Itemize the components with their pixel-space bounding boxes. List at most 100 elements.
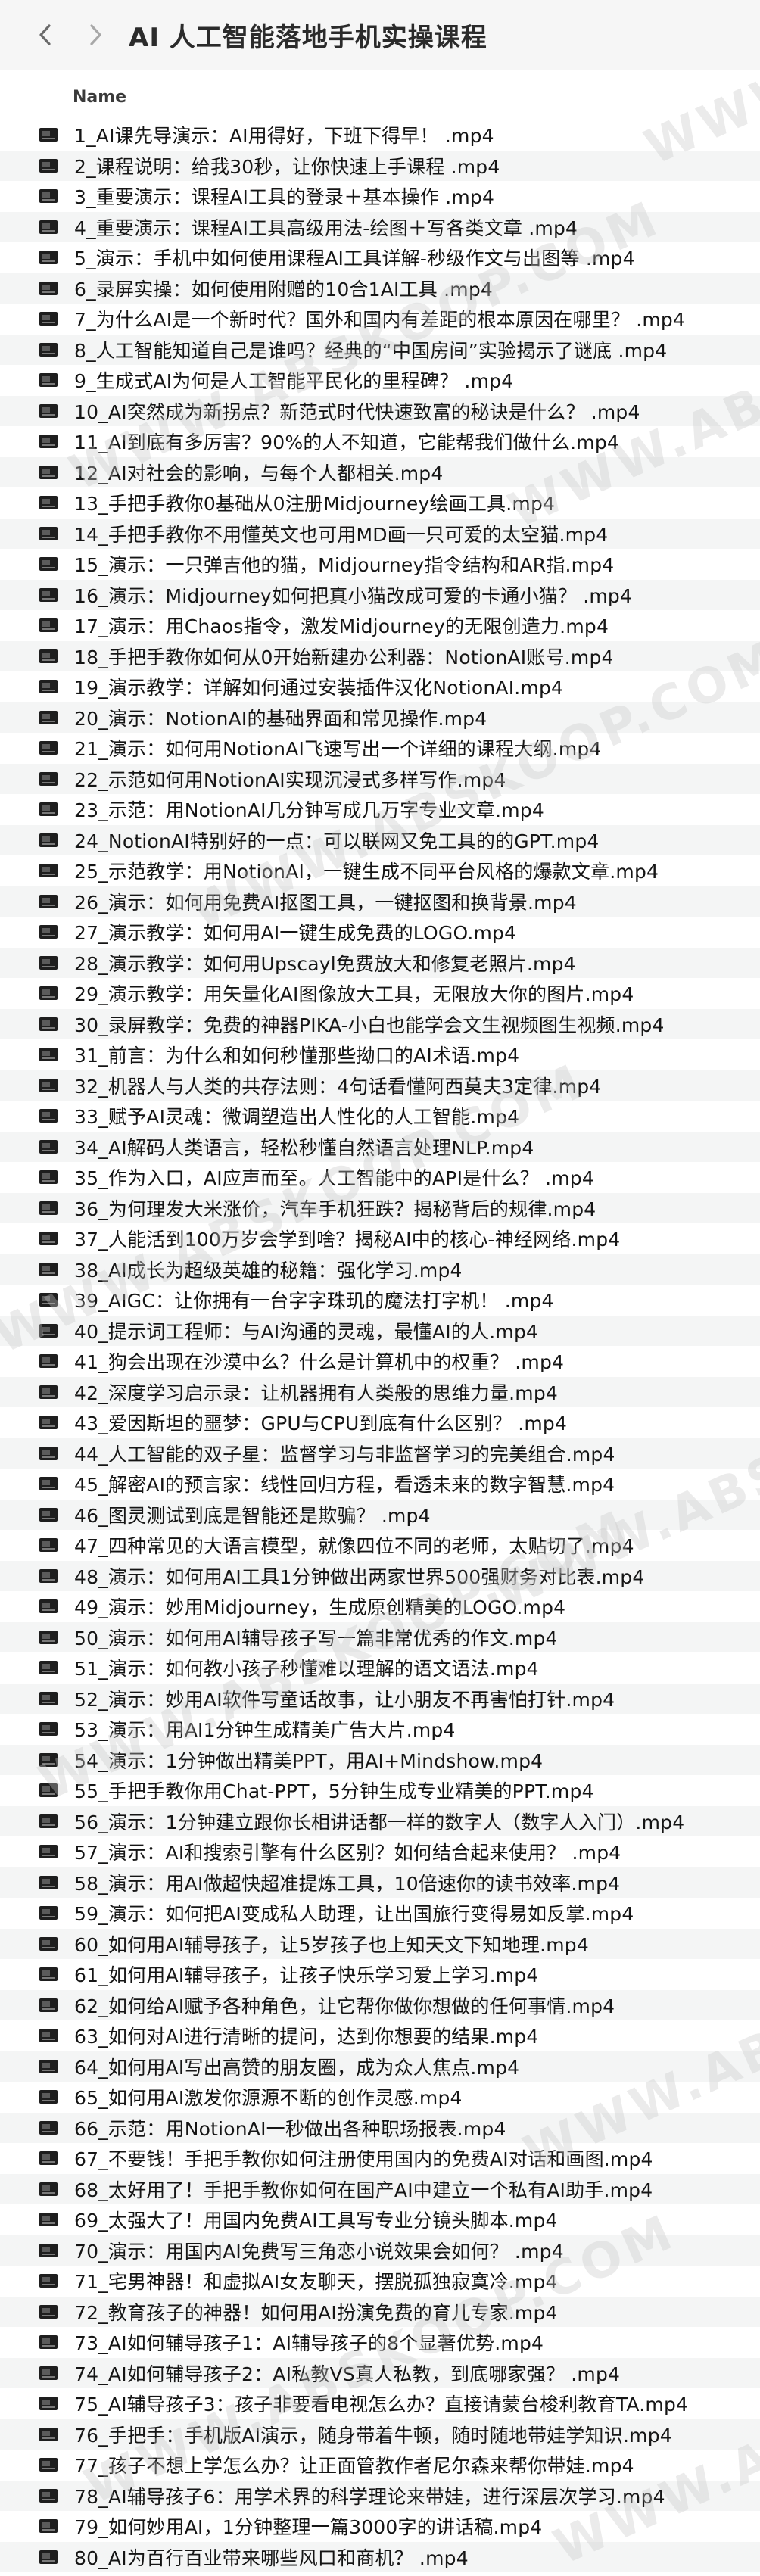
file-row[interactable]: 6_录屏实操：如何使用附赠的10合1AI工具 .mp4 xyxy=(0,273,760,304)
file-name: 77_孩子不想上学怎么办？让正面管教作者尼尔森来帮你带娃.mp4 xyxy=(74,2455,634,2478)
file-row[interactable]: 7_为什么AI是一个新时代？国外和国内有差距的根本原因在哪里？ .mp4 xyxy=(0,304,760,335)
file-row[interactable]: 71_宅男神器！和虚拟AI女友聊天，摆脱孤独寂寞冷.mp4 xyxy=(0,2266,760,2297)
file-row[interactable]: 44_人工智能的双子星：监督学习与非监督学习的完美组合.mp4 xyxy=(0,1438,760,1469)
file-row[interactable]: 50_演示：如何用AI辅导孩子写一篇非常优秀的作文.mp4 xyxy=(0,1621,760,1652)
file-row[interactable]: 12_AI对社会的影响，与每个人都相关.mp4 xyxy=(0,456,760,487)
file-name: 6_录屏实操：如何使用附赠的10合1AI工具 .mp4 xyxy=(74,278,494,301)
file-row[interactable]: 8_人工智能知道自己是谁吗？经典的“中国房间”实验揭示了谜底 .mp4 xyxy=(0,334,760,365)
file-row[interactable]: 37_人能活到100万岁会学到啥？揭秘AI中的核心-神经网络.mp4 xyxy=(0,1223,760,1254)
file-row[interactable]: 19_演示教学：详解如何通过安装插件汉化NotionAI.mp4 xyxy=(0,671,760,702)
file-row[interactable]: 74_AI如何辅导孩子2：AI私教VS真人私教，到底哪家强？ .mp4 xyxy=(0,2357,760,2388)
video-file-icon xyxy=(39,2029,58,2043)
file-row[interactable]: 24_NotionAI特别好的一点：可以联网又免工具的的GPT.mp4 xyxy=(0,824,760,855)
video-file-icon xyxy=(39,281,58,295)
video-file-icon xyxy=(39,1354,58,1369)
file-row[interactable]: 39_AIGC：让你拥有一台字字珠玑的魔法打字机！ .mp4 xyxy=(0,1285,760,1316)
file-row[interactable]: 72_教育孩子的神器！如何用AI扮演免费的育儿专家.mp4 xyxy=(0,2296,760,2327)
column-header[interactable]: Name xyxy=(0,70,760,120)
file-row[interactable]: 46_图灵测试到底是智能还是欺骗？ .mp4 xyxy=(0,1499,760,1530)
file-row[interactable]: 40_提示词工程师：与AI沟通的灵魂，最懂AI的人.mp4 xyxy=(0,1315,760,1346)
file-row[interactable]: 68_太好用了！手把手教你如何在国产AI中建立一个私有AI助手.mp4 xyxy=(0,2173,760,2204)
file-row[interactable]: 21_演示：如何用NotionAI飞速写出一个详细的课程大纲.mp4 xyxy=(0,733,760,764)
forward-button[interactable] xyxy=(80,12,111,58)
file-row[interactable]: 51_演示：如何教小孩子秒懂难以理解的语文语法.mp4 xyxy=(0,1652,760,1684)
file-row[interactable]: 1_AI课先导演示：AI用得好，下班下得早！ .mp4 xyxy=(0,120,760,151)
file-row[interactable]: 48_演示：如何用AI工具1分钟做出两家世界500强财务对比表.mp4 xyxy=(0,1560,760,1591)
file-row[interactable]: 78_AI辅导孩子6：用学术界的科学理论来带娃，进行深层次学习.mp4 xyxy=(0,2480,760,2511)
video-file-icon xyxy=(39,1814,58,1828)
file-row[interactable]: 20_演示：NotionAI的基础界面和常见操作.mp4 xyxy=(0,702,760,733)
file-row[interactable]: 23_示范：用NotionAI几分钟写成几万字专业文章.mp4 xyxy=(0,794,760,825)
file-row[interactable]: 35_作为入口，AI应声而至。人工智能中的API是什么？ .mp4 xyxy=(0,1162,760,1193)
file-row[interactable]: 75_AI辅导孩子3：孩子非要看电视怎么办？直接请蒙台梭利教育TA.mp4 xyxy=(0,2388,760,2419)
file-row[interactable]: 22_示范如何用NotionAI实现沉浸式多样写作.mp4 xyxy=(0,763,760,794)
file-row[interactable]: 69_太强大了！用国内免费AI工具写专业分镜头脚本.mp4 xyxy=(0,2204,760,2235)
file-row[interactable]: 4_重要演示：课程AI工具高级用法-绘图＋写各类文章 .mp4 xyxy=(0,211,760,242)
file-row[interactable]: 10_AI突然成为新拐点？新范式时代快速致富的秘诀是什么？ .mp4 xyxy=(0,395,760,426)
file-row[interactable]: 73_AI如何辅导孩子1：AI辅导孩子的8个显著优势.mp4 xyxy=(0,2327,760,2358)
file-row[interactable]: 38_AI成长为超级英雄的秘籍：强化学习.mp4 xyxy=(0,1254,760,1285)
file-row[interactable]: 77_孩子不想上学怎么办？让正面管教作者尼尔森来帮你带娃.mp4 xyxy=(0,2450,760,2481)
file-row[interactable]: 59_演示：如何把AI变成私人助理，让出国旅行变得易如反掌.mp4 xyxy=(0,1898,760,1929)
file-row[interactable]: 66_示范：用NotionAI一秒做出各种职场报表.mp4 xyxy=(0,2112,760,2143)
file-name: 73_AI如何辅导孩子1：AI辅导孩子的8个显著优势.mp4 xyxy=(74,2332,544,2355)
file-row[interactable]: 45_解密AI的预言家：线性回归方程，看透未来的数字智慧.mp4 xyxy=(0,1469,760,1500)
file-row[interactable]: 17_演示：用Chaos指令，激发Midjourney的无限创造力.mp4 xyxy=(0,610,760,641)
file-row[interactable]: 14_手把手教你不用懂英文也可用MD画一只可爱的太空猫.mp4 xyxy=(0,518,760,549)
video-file-icon xyxy=(39,1293,58,1307)
file-row[interactable]: 16_演示：Midjourney如何把真小猫改成可爱的卡通小猫？ .mp4 xyxy=(0,579,760,610)
file-row[interactable]: 49_演示：妙用Midjourney，生成原创精美的LOGO.mp4 xyxy=(0,1591,760,1622)
file-row[interactable]: 13_手把手教你0基础从0注册Midjourney绘画工具.mp4 xyxy=(0,487,760,519)
file-name: 2_课程说明：给我30秒，让你快速上手课程 .mp4 xyxy=(74,155,500,178)
file-row[interactable]: 5_演示：手机中如何使用课程AI工具详解-秒级作文与出图等 .mp4 xyxy=(0,242,760,273)
file-row[interactable]: 64_如何用AI写出高赞的朋友圈，成为众人焦点.mp4 xyxy=(0,2051,760,2082)
file-row[interactable]: 3_重要演示：课程AI工具的登录＋基本操作 .mp4 xyxy=(0,181,760,212)
video-file-icon xyxy=(39,2182,58,2196)
file-row[interactable]: 55_手把手教你用Chat-PPT，5分钟生成专业精美的PPT.mp4 xyxy=(0,1775,760,1806)
file-name: 38_AI成长为超级英雄的秘籍：强化学习.mp4 xyxy=(74,1259,463,1282)
file-row[interactable]: 18_手把手教你如何从0开始新建办公利器：NotionAI账号.mp4 xyxy=(0,640,760,671)
video-file-icon xyxy=(39,2304,58,2319)
file-row[interactable]: 65_如何用AI激发你源源不断的创作灵感.mp4 xyxy=(0,2082,760,2113)
file-row[interactable]: 63_如何对AI进行清晰的提问，达到你想要的结果.mp4 xyxy=(0,2020,760,2051)
file-row[interactable]: 62_如何给AI赋予各种角色，让它帮你做你想做的任何事情.mp4 xyxy=(0,1989,760,2020)
file-row[interactable]: 76_手把手：手机版AI演示，随身带着牛顿，随时随地带娃学知识.mp4 xyxy=(0,2419,760,2450)
file-row[interactable]: 70_演示：用国内AI免费写三角恋小说效果会如何？ .mp4 xyxy=(0,2235,760,2266)
file-name: 22_示范如何用NotionAI实现沉浸式多样写作.mp4 xyxy=(74,768,506,791)
file-row[interactable]: 60_如何用AI辅导孩子，让5岁孩子也上知天文下知地理.mp4 xyxy=(0,1928,760,1959)
file-row[interactable]: 61_如何用AI辅导孩子，让孩子快乐学习爱上学习.mp4 xyxy=(0,1959,760,1990)
file-row[interactable]: 32_机器人与人类的共存法则：4句话看懂阿西莫夫3定律.mp4 xyxy=(0,1070,760,1101)
file-row[interactable]: 28_演示教学：如何用Upscayl免费放大和修复老照片.mp4 xyxy=(0,947,760,978)
file-row[interactable]: 25_示范教学：用NotionAI，一键生成不同平台风格的爆款文章.mp4 xyxy=(0,855,760,886)
file-row[interactable]: 31_前言：为什么和如何秒懂那些拗口的AI术语.mp4 xyxy=(0,1039,760,1070)
video-file-icon xyxy=(39,1078,58,1092)
file-row[interactable]: 34_AI解码人类语言，轻松秒懂自然语言处理NLP.mp4 xyxy=(0,1131,760,1162)
file-row[interactable]: 52_演示：妙用AI软件写童话故事，让小朋友不再害怕打针.mp4 xyxy=(0,1683,760,1714)
file-row[interactable]: 53_演示：用AI1分钟生成精美广告大片.mp4 xyxy=(0,1714,760,1745)
file-row[interactable]: 15_演示：一只弹吉他的猫，Midjourney指令结构和AR指.mp4 xyxy=(0,549,760,580)
file-row[interactable]: 67_不要钱！手把手教你如何注册使用国内的免费AI对话和画图.mp4 xyxy=(0,2143,760,2174)
file-row[interactable]: 26_演示：如何用免费AI抠图工具，一键抠图和换背景.mp4 xyxy=(0,886,760,917)
file-row[interactable]: 42_深度学习启示录：让机器拥有人类般的思维力量.mp4 xyxy=(0,1376,760,1407)
file-row[interactable]: 80_AI为百行百业带来哪些风口和商机？ .mp4 xyxy=(0,2541,760,2572)
column-header-name[interactable]: Name xyxy=(73,88,126,107)
file-row[interactable]: 58_演示：用AI做超快超准提炼工具，10倍速你的读书效率.mp4 xyxy=(0,1867,760,1898)
file-row[interactable]: 57_演示：AI和搜索引擎有什么区别？如何结合起来使用？ .mp4 xyxy=(0,1836,760,1867)
file-row[interactable]: 33_赋予AI灵魂：微调塑造出人性化的人工智能.mp4 xyxy=(0,1101,760,1132)
file-row[interactable]: 79_如何妙用AI，1分钟整理一篇3000字的讲话稿.mp4 xyxy=(0,2511,760,2542)
file-row[interactable]: 36_为何理发大米涨价，汽车手机狂跌？揭秘背后的规律.mp4 xyxy=(0,1192,760,1223)
file-row[interactable]: 41_狗会出现在沙漠中么？什么是计算机中的权重？ .mp4 xyxy=(0,1346,760,1377)
file-name: 12_AI对社会的影响，与每个人都相关.mp4 xyxy=(74,462,444,484)
file-row[interactable]: 30_录屏教学：免费的神器PIKA-小白也能学会文生视频图生视频.mp4 xyxy=(0,1008,760,1039)
file-row[interactable]: 11_AI到底有多厉害？90%的人不知道，它能帮我们做什么.mp4 xyxy=(0,426,760,457)
file-row[interactable]: 29_演示教学：用矢量化AI图像放大工具，无限放大你的图片.mp4 xyxy=(0,978,760,1009)
file-row[interactable]: 47_四种常见的大语言模型，就像四位不同的老师，太贴切了.mp4 xyxy=(0,1530,760,1561)
file-row[interactable]: 56_演示：1分钟建立跟你长相讲话都一样的数字人（数字人入门）.mp4 xyxy=(0,1805,760,1836)
file-row[interactable]: 2_课程说明：给我30秒，让你快速上手课程 .mp4 xyxy=(0,150,760,181)
file-row[interactable]: 9_生成式AI为何是人工智能平民化的里程碑？ .mp4 xyxy=(0,365,760,396)
file-row[interactable]: 27_演示教学：如何用AI一键生成免费的LOGO.mp4 xyxy=(0,917,760,948)
back-button[interactable] xyxy=(30,12,61,58)
video-file-icon xyxy=(39,2366,58,2380)
file-row[interactable]: 54_演示：1分钟做出精美PPT，用AI+Mindshow.mp4 xyxy=(0,1744,760,1775)
file-row[interactable]: 43_爱因斯坦的噩梦：GPU与CPU到底有什么区别？ .mp4 xyxy=(0,1407,760,1438)
